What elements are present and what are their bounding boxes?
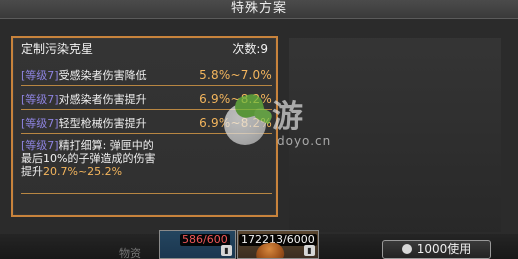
page-title: 特殊方案: [230, 1, 287, 16]
bonus-row-4-line-3: 提升20.7%~25.2%: [21, 165, 191, 178]
bonus-row-3: [等级7]轻型枪械伤害提升 6.9%~8.2%: [21, 113, 272, 134]
bonus-row-3-text: 轻型枪械伤害提升: [58, 117, 147, 130]
bonus-row-4: [等级7]精打细算: 弹匣中的 最后10%的子弹造成的伤害 提升20.7%~25…: [21, 139, 272, 194]
bonus-row-4-line-3-value: 20.7%~25.2%: [43, 165, 123, 178]
panel-header: 定制污染克星 次数:9: [21, 40, 268, 58]
title-bar: 特殊方案: [0, 0, 518, 19]
bonus-row-2-label: [等级7]对感染者伤害提升: [21, 92, 147, 107]
bonus-row-4-line-1-text: 精打细算: 弹匣中的: [58, 139, 154, 152]
bonus-row-3-level: [等级7]: [21, 117, 59, 130]
bonus-row-3-label: [等级7]轻型枪械伤害提升: [21, 116, 147, 131]
bonus-row-4-level: [等级7]: [21, 139, 59, 152]
bottom-partial-label: 物资: [119, 247, 141, 259]
bonus-row-1-label: [等级7]受感染者伤害降低: [21, 68, 147, 83]
resource-slot-2[interactable]: 172213/6000 ▮: [237, 230, 319, 259]
panel-title: 定制污染克星: [21, 42, 94, 56]
bonus-row-2-value: 6.9%~8.2%: [199, 92, 272, 106]
bonus-row-4-line-1: [等级7]精打细算: 弹匣中的: [21, 139, 191, 152]
bonus-row-3-value: 6.9%~8.2%: [199, 116, 272, 130]
bonus-row-1-text: 受感染者伤害降低: [58, 69, 147, 82]
special-plan-screen: 特殊方案 定制污染克星 次数:9 [等级7]受感染者伤害降低 5.8%~7.0%…: [0, 0, 518, 259]
bonus-row-2-level: [等级7]: [21, 93, 59, 106]
bonus-row-4-description: [等级7]精打细算: 弹匣中的 最后10%的子弹造成的伤害 提升20.7%~25…: [21, 139, 191, 178]
lock-icon: ▮: [304, 245, 315, 256]
bonus-row-1-level: [等级7]: [21, 69, 59, 82]
token-icon: [401, 244, 412, 254]
bonus-row-1-value: 5.8%~7.0%: [199, 68, 272, 82]
usage-count: 次数:9: [232, 42, 268, 56]
bonus-row-4-line-3-prefix: 提升: [21, 165, 43, 178]
bonus-row-1: [等级7]受感染者伤害降低 5.8%~7.0%: [21, 65, 272, 86]
bonus-row-2: [等级7]对感染者伤害提升 6.9%~8.2%: [21, 89, 272, 110]
use-button[interactable]: 1000使用: [382, 240, 491, 259]
dialog-right-panel: [289, 38, 501, 232]
plan-detail-panel: 定制污染克星 次数:9 [等级7]受感染者伤害降低 5.8%~7.0% [等级7…: [11, 36, 278, 217]
resource-slot-1[interactable]: 586/600 ▮: [159, 230, 236, 259]
use-button-label: 1000使用: [416, 242, 472, 256]
bonus-row-4-line-2: 最后10%的子弹造成的伤害: [21, 152, 156, 165]
lock-icon: ▮: [221, 245, 232, 256]
bonus-row-2-text: 对感染者伤害提升: [58, 93, 147, 106]
